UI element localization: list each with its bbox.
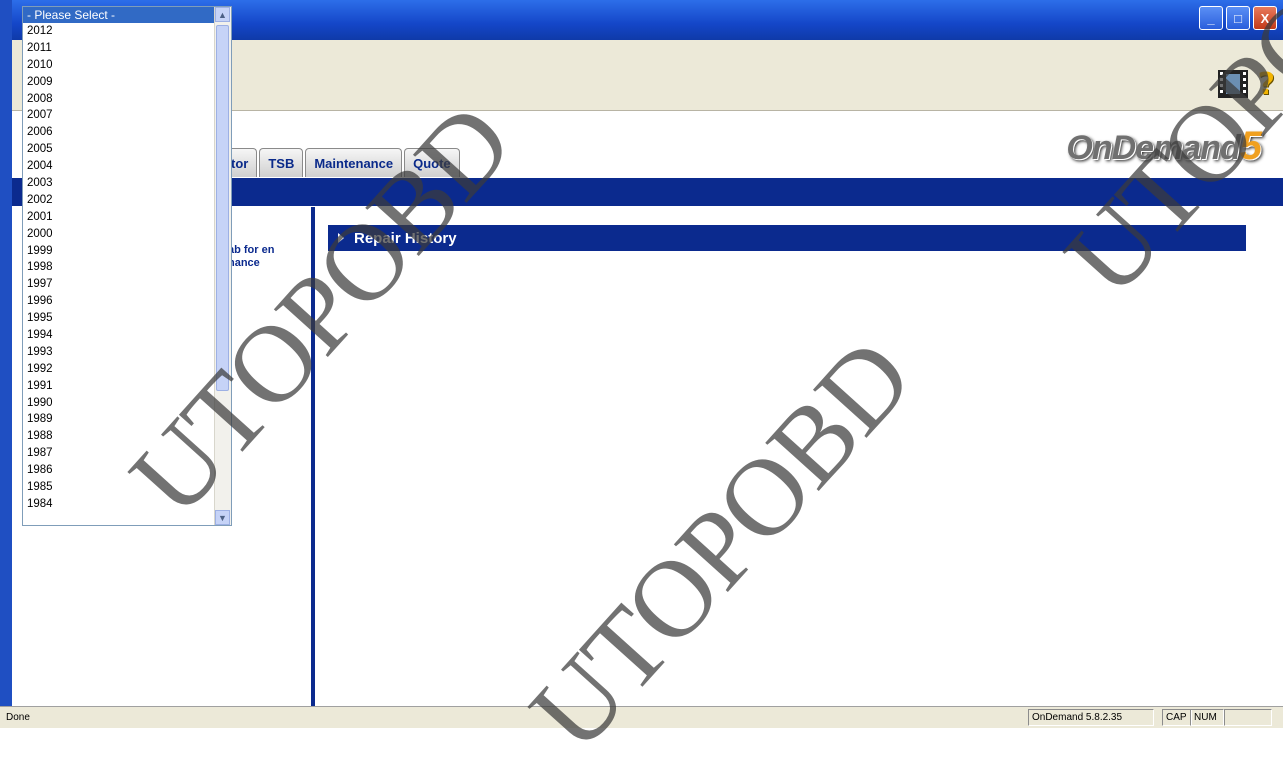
year-option[interactable]: 1995 — [23, 310, 231, 327]
year-option[interactable]: 1996 — [23, 293, 231, 310]
year-option[interactable]: 2012 — [23, 23, 231, 40]
year-option[interactable]: 2008 — [23, 91, 231, 108]
scroll-up-icon[interactable]: ▲ — [215, 7, 230, 22]
year-option[interactable]: 2000 — [23, 226, 231, 243]
minimize-button[interactable]: _ — [1199, 6, 1223, 30]
status-num: NUM — [1190, 709, 1224, 726]
year-option[interactable]: 2003 — [23, 175, 231, 192]
year-option[interactable]: 2011 — [23, 40, 231, 57]
year-option[interactable]: 1998 — [23, 259, 231, 276]
window-left-border — [0, 0, 12, 727]
year-option[interactable]: 2001 — [23, 209, 231, 226]
year-option[interactable]: 1997 — [23, 276, 231, 293]
year-option[interactable]: 2005 — [23, 141, 231, 158]
status-cap: CAP — [1162, 709, 1192, 726]
status-version: OnDemand 5.8.2.35 — [1028, 709, 1154, 726]
year-option[interactable]: 2006 — [23, 124, 231, 141]
year-option[interactable]: 2010 — [23, 57, 231, 74]
year-option[interactable]: 2007 — [23, 107, 231, 124]
year-option[interactable]: 2004 — [23, 158, 231, 175]
year-option[interactable]: 1994 — [23, 327, 231, 344]
year-option[interactable]: 1999 — [23, 243, 231, 260]
status-text: Done — [6, 712, 30, 723]
status-empty-panel — [1224, 709, 1272, 726]
tab-tsb[interactable]: TSB — [259, 148, 304, 177]
year-option[interactable]: 2002 — [23, 192, 231, 209]
year-option-selected[interactable]: - Please Select - — [23, 7, 231, 23]
year-option[interactable]: 2009 — [23, 74, 231, 91]
